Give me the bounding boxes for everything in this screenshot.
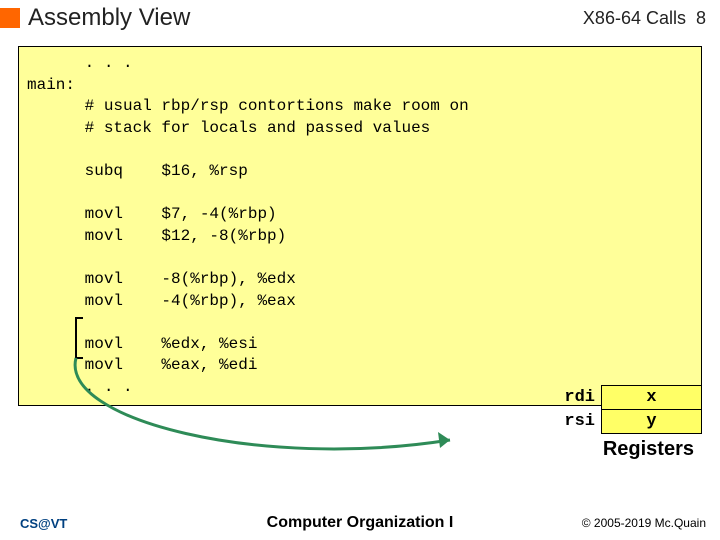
- footer-left: CS@VT: [0, 516, 190, 531]
- registers-panel: rdi x rsi y Registers: [558, 385, 702, 461]
- table-row: rdi x: [558, 386, 701, 410]
- registers-label: Registers: [558, 434, 702, 461]
- assembly-code-block: . . . main: # usual rbp/rsp contortions …: [18, 46, 702, 406]
- slide-topic-page: X86-64 Calls 8: [583, 8, 712, 29]
- table-row: rsi y: [558, 410, 701, 434]
- slide: Assembly View X86-64 Calls 8 . . . main:…: [0, 0, 720, 540]
- header-accent-square: [0, 8, 20, 28]
- code-bracket-icon: [75, 317, 83, 359]
- slide-topic: X86-64 Calls: [583, 8, 686, 29]
- footer-right: © 2005-2019 Mc.Quain: [530, 516, 720, 530]
- slide-title: Assembly View: [28, 4, 583, 32]
- register-name: rsi: [558, 410, 601, 434]
- register-name: rdi: [558, 386, 601, 410]
- register-value: y: [602, 410, 702, 434]
- footer-center: Computer Organization I: [190, 514, 530, 532]
- slide-footer: CS@VT Computer Organization I © 2005-201…: [0, 514, 720, 532]
- slide-page-number: 8: [696, 8, 706, 29]
- slide-header: Assembly View X86-64 Calls 8: [0, 0, 720, 36]
- registers-table: rdi x rsi y: [558, 385, 702, 434]
- register-value: x: [602, 386, 702, 410]
